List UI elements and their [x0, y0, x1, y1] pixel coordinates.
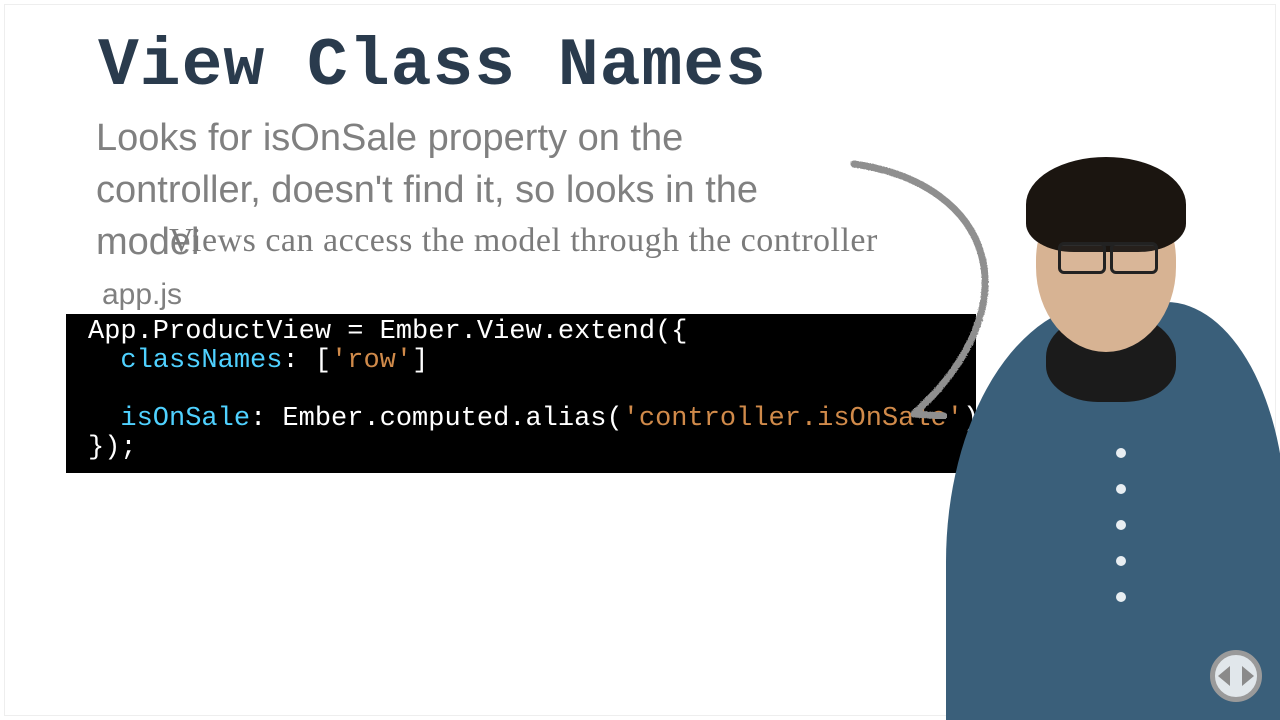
code-line-1: App.ProductView = Ember.View.extend({	[88, 317, 688, 347]
slide-nav[interactable]	[1210, 650, 1262, 702]
presenter-shirt-buttons	[1116, 422, 1126, 682]
code-content: App.ProductView = Ember.View.extend({ cl…	[88, 318, 954, 463]
code-line-5: });	[88, 433, 137, 463]
presenter-hair	[1026, 157, 1186, 252]
code-prop-isonsale: isOnSale	[120, 404, 250, 434]
code-prop-classnames: classNames	[120, 346, 282, 376]
code-string-row: 'row'	[331, 346, 412, 376]
glasses-icon	[1058, 242, 1158, 272]
chevron-right-icon[interactable]	[1242, 666, 1254, 686]
code-string-controller-isonsale: 'controller.isOnSale'	[623, 404, 963, 434]
page-title: View Class Names	[98, 28, 767, 105]
filename-label: app.js	[102, 278, 182, 312]
chevron-left-icon[interactable]	[1218, 666, 1230, 686]
presenter-photo	[926, 182, 1280, 720]
hand-note: Views can access the model through the c…	[169, 222, 878, 260]
code-block: App.ProductView = Ember.View.extend({ cl…	[66, 314, 976, 473]
code-line-2-indent	[88, 346, 120, 376]
slide: View Class Names Looks for isOnSale prop…	[0, 0, 1280, 720]
